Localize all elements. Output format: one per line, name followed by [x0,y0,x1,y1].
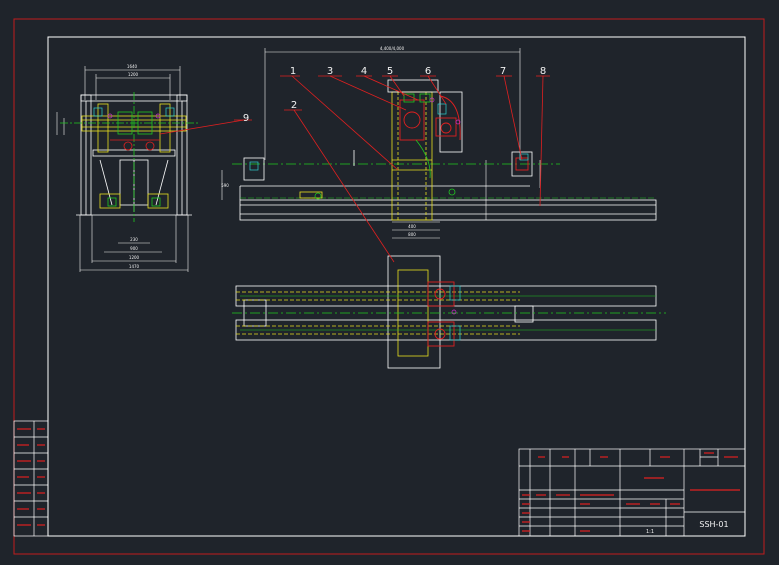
callout-1: 1 [290,66,296,77]
svg-text:590: 590 [221,183,229,188]
drawing-code: SSH-01 [699,520,728,529]
callout-2: 2 [291,100,297,111]
side-view: 1640 1200 230 900 1200 1470 [56,64,200,272]
plan-view [232,255,666,369]
svg-text:1200: 1200 [129,255,140,260]
svg-text:230: 230 [130,237,138,242]
svg-text:800: 800 [408,232,416,237]
svg-text:1200: 1200 [128,72,139,77]
callout-5: 5 [387,66,393,77]
revision-strip-marks [17,428,45,526]
drawing-frame [47,36,746,537]
front-view: 4,400/4,000 400 800 590 [221,46,657,239]
callout-9: 9 [243,113,249,124]
svg-text:900: 900 [130,246,138,251]
callout-6: 6 [425,66,431,77]
revision-strip [13,420,49,537]
svg-text:4,400/4,000: 4,400/4,000 [380,46,405,51]
callout-7: 7 [500,66,506,77]
drawing-canvas: 1640 1200 230 900 1200 1470 4,400/4,000 … [13,18,765,555]
outer-border [13,18,765,555]
svg-text:1470: 1470 [129,264,140,269]
svg-text:1640: 1640 [127,64,138,69]
svg-text:400: 400 [408,224,416,229]
leader-lines [159,75,550,263]
drawing-scale: 1:1 [646,529,654,535]
callout-4: 4 [361,66,367,77]
callout-8: 8 [540,66,546,77]
callout-3: 3 [327,66,333,77]
